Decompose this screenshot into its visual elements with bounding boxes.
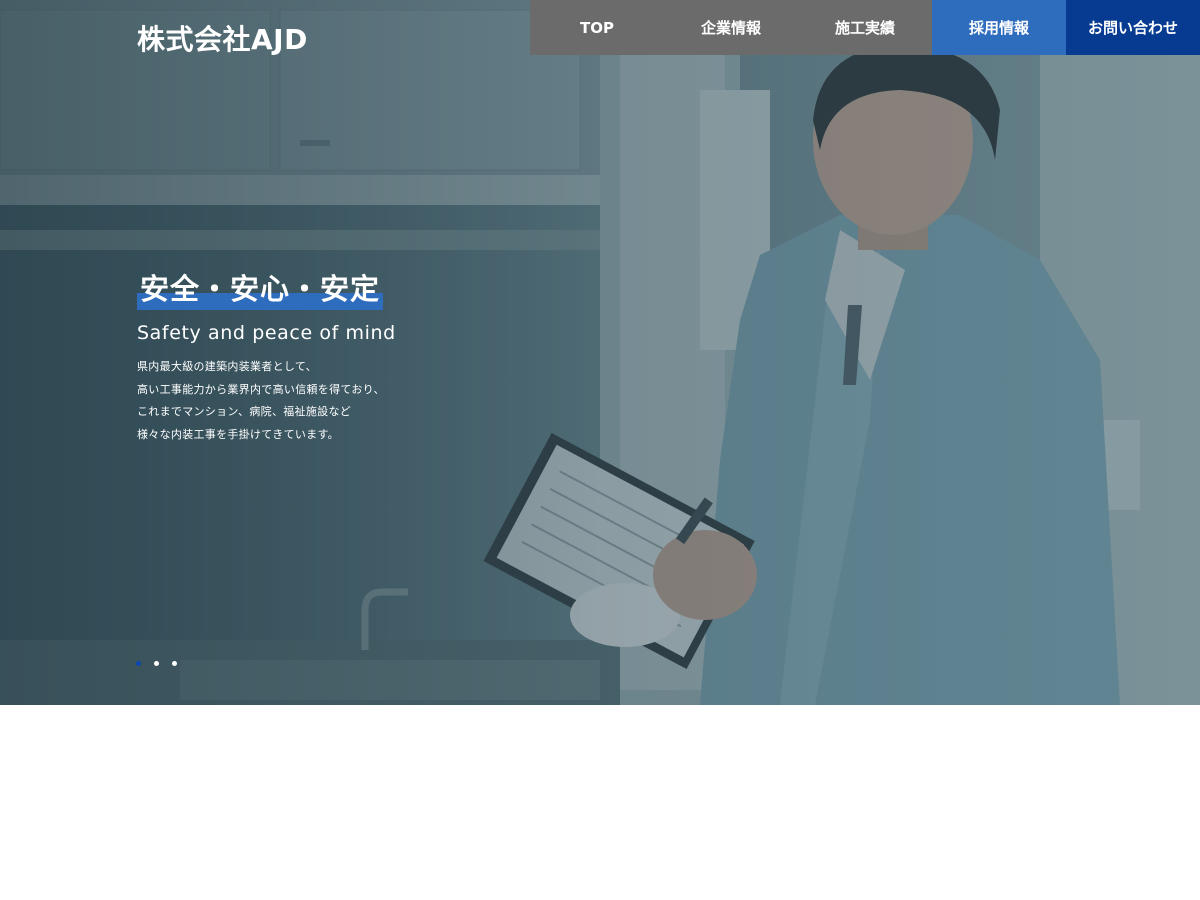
nav-recruit[interactable]: 採用情報 [932, 0, 1066, 55]
nav-works[interactable]: 施工実績 [798, 0, 932, 55]
hero-headline: 安全・安心・安定 [137, 268, 384, 310]
nav-company[interactable]: 企業情報 [664, 0, 798, 55]
nav-top[interactable]: TOP [530, 0, 664, 55]
nav-contact[interactable]: お問い合わせ [1066, 0, 1200, 55]
main-nav: TOP 企業情報 施工実績 採用情報 お問い合わせ [530, 0, 1200, 55]
hero-body: 県内最大級の建築内装業者として、 高い工事能力から業界内で高い信頼を得ており、 … [137, 356, 396, 446]
slider-pagination [136, 661, 177, 666]
company-logo[interactable]: 株式会社AJD [137, 18, 308, 58]
hero-body-line: 様々な内装工事を手掛けてきています。 [137, 427, 339, 441]
slider-dot-1[interactable] [136, 661, 141, 666]
hero-body-line: これまでマンション、病院、福祉施設など [137, 405, 352, 418]
hero-slider: 株式会社AJD TOP 企業情報 施工実績 採用情報 お問い合わせ 安全・安心・… [0, 0, 1200, 705]
slider-dot-3[interactable] [172, 661, 177, 666]
hero-subheadline: Safety and peace of mind [137, 322, 396, 344]
hero-text-block: 安全・安心・安定 Safety and peace of mind 県内最大級の… [137, 268, 396, 446]
hero-body-line: 県内最大級の建築内装業者として、 [137, 360, 317, 373]
hero-body-line: 高い工事能力から業界内で高い信頼を得ており、 [137, 382, 385, 396]
slider-dot-2[interactable] [154, 661, 159, 666]
